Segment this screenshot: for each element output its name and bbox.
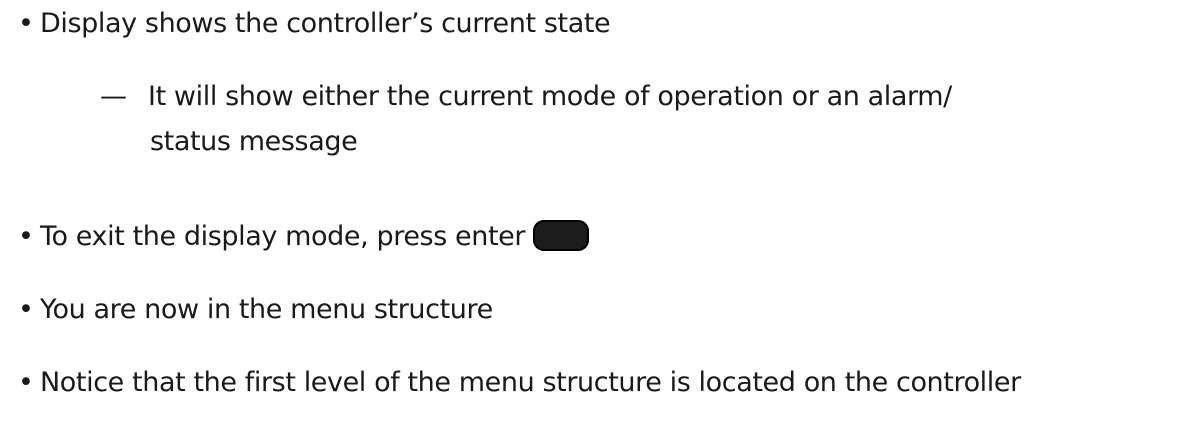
sub-bullet-mode-or-alarm: — It will show either the current mode of…: [100, 80, 952, 114]
bullet-display-state: • Display shows the controller’s current …: [18, 7, 611, 41]
bullet-text: Notice that the first level of the menu …: [40, 367, 1021, 398]
bullet-icon: •: [18, 294, 34, 325]
bullet-menu-structure: • You are now in the menu structure: [18, 293, 493, 327]
bullet-icon: •: [18, 221, 34, 252]
sub-bullet-continuation: status message: [150, 125, 358, 159]
enter-key-icon: [533, 220, 590, 251]
slide-content: • Display shows the controller’s current …: [0, 0, 1185, 439]
bullet-text: You are now in the menu structure: [40, 294, 493, 325]
bullet-text: To exit the display mode, press enter: [40, 221, 526, 252]
bullet-icon: •: [18, 8, 34, 39]
bullet-icon: •: [18, 367, 34, 398]
bullet-text: Display shows the controller’s current s…: [40, 8, 611, 39]
bullet-first-level: • Notice that the first level of the menu…: [18, 366, 1021, 400]
bullet-exit-display: • To exit the display mode, press enter: [18, 220, 590, 254]
sub-bullet-text-line2: status message: [150, 126, 358, 157]
dash-icon: —: [100, 81, 127, 112]
sub-bullet-text-line1: It will show either the current mode of …: [148, 81, 952, 112]
